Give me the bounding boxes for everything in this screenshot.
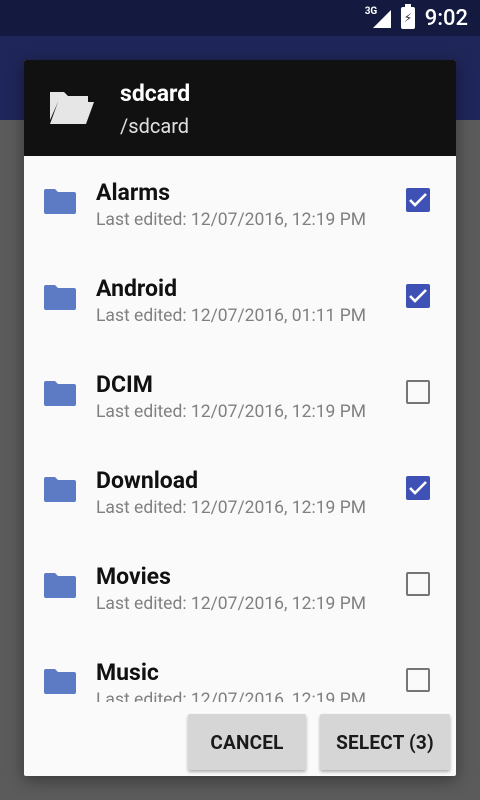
signal-icon: 3G (365, 6, 391, 30)
folder-row[interactable]: DCIM Last edited: 12/07/2016, 12:19 PM (24, 348, 456, 444)
cancel-button[interactable]: CANCEL (188, 714, 306, 770)
dialog-header: sdcard /sdcard (24, 60, 456, 156)
clock: 9:02 (424, 5, 468, 31)
dialog-path: /sdcard (120, 114, 190, 138)
folder-icon (44, 573, 76, 598)
folder-checkbox[interactable] (406, 284, 430, 308)
folder-last-edited: Last edited: 12/07/2016, 12:19 PM (96, 690, 367, 702)
battery-charging-icon: ⚡ (400, 4, 415, 29)
folder-row[interactable]: Android Last edited: 12/07/2016, 01:11 P… (24, 252, 456, 348)
dialog-actions: CANCEL SELECT (3) (24, 702, 456, 776)
folder-checkbox[interactable] (406, 668, 430, 692)
folder-icon (44, 189, 76, 214)
folder-checkbox[interactable] (406, 476, 430, 500)
folder-picker-dialog: sdcard /sdcard Alarms Last edited: 12/07… (24, 60, 456, 776)
folder-name: DCIM (96, 371, 153, 398)
folder-icon (44, 669, 76, 694)
folder-open-icon (50, 92, 94, 124)
folder-last-edited: Last edited: 12/07/2016, 12:19 PM (96, 210, 367, 230)
folder-checkbox[interactable] (406, 572, 430, 596)
folder-name: Movies (96, 563, 171, 590)
folder-last-edited: Last edited: 12/07/2016, 12:19 PM (96, 402, 367, 422)
folder-row[interactable]: Alarms Last edited: 12/07/2016, 12:19 PM (24, 156, 456, 252)
status-bar: 3G ⚡ 9:02 (0, 0, 480, 36)
folder-last-edited: Last edited: 12/07/2016, 01:11 PM (96, 306, 367, 326)
folder-name: Music (96, 659, 159, 686)
folder-icon (44, 477, 76, 502)
dialog-title: sdcard (120, 80, 191, 107)
folder-icon (44, 285, 76, 310)
folder-row[interactable]: Movies Last edited: 12/07/2016, 12:19 PM (24, 540, 456, 636)
folder-checkbox[interactable] (406, 380, 430, 404)
folder-last-edited: Last edited: 12/07/2016, 12:19 PM (96, 594, 367, 614)
folder-name: Alarms (96, 179, 171, 206)
folder-name: Android (96, 275, 178, 302)
folder-icon (44, 381, 76, 406)
folder-row[interactable]: Download Last edited: 12/07/2016, 12:19 … (24, 444, 456, 540)
folder-list[interactable]: Alarms Last edited: 12/07/2016, 12:19 PM… (24, 156, 456, 702)
folder-row[interactable]: Music Last edited: 12/07/2016, 12:19 PM (24, 636, 456, 702)
folder-checkbox[interactable] (406, 188, 430, 212)
folder-last-edited: Last edited: 12/07/2016, 12:19 PM (96, 498, 367, 518)
select-button[interactable]: SELECT (3) (320, 714, 450, 770)
folder-name: Download (96, 467, 199, 494)
